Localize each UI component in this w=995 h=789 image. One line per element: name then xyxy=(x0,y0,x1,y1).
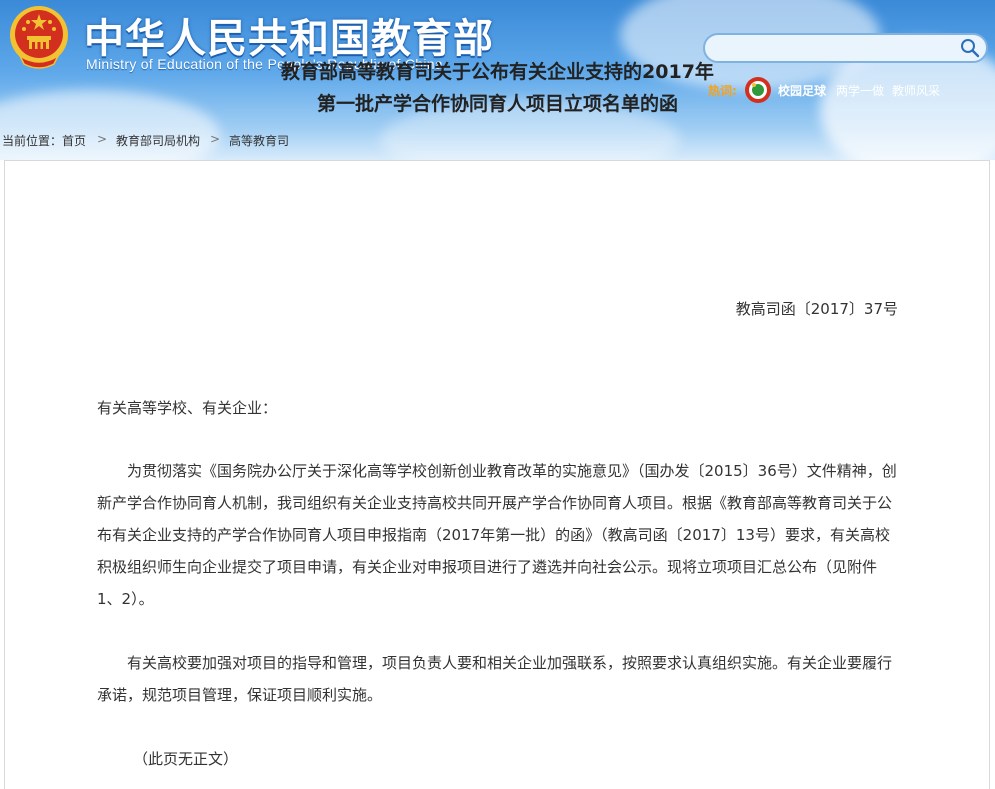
page-note: （此页无正文） xyxy=(133,750,239,768)
addressee: 有关高等学校、有关企业： xyxy=(97,399,278,417)
article-title-line: 第一批产学合作协同育人项目立项名单的函 xyxy=(316,93,678,115)
search-icon[interactable] xyxy=(960,38,980,58)
body-paragraph: 有关高校要加强对项目的指导和管理，项目负责人要和相关企业加强联系，按照要求认真组… xyxy=(97,654,893,704)
document-number: 教高司函〔2017〕37号 xyxy=(735,300,898,318)
page: 中华人民共和国教育部 Ministry of Education of the … xyxy=(0,0,995,789)
breadcrumb-label: 当前位置： xyxy=(2,134,63,148)
chevron-right-icon: > xyxy=(97,132,108,146)
article-title-line: 教育部高等教育司关于公布有关企业支持的2017年 xyxy=(281,61,714,83)
article-title: 教育部高等教育司关于公布有关企业支持的2017年 第一批产学合作协同育人项目立项… xyxy=(0,56,995,120)
breadcrumb-link-departments[interactable]: 教育部司局机构 xyxy=(116,132,200,149)
chevron-right-icon: > xyxy=(210,132,221,146)
body-paragraph: 为贯彻落实《国务院办公厅关于深化高等学校创新创业教育改革的实施意见》（国办发〔2… xyxy=(97,462,897,608)
breadcrumb-link-home[interactable]: 首页 xyxy=(62,132,86,149)
breadcrumb-link-higher-education[interactable]: 高等教育司 xyxy=(229,132,289,149)
